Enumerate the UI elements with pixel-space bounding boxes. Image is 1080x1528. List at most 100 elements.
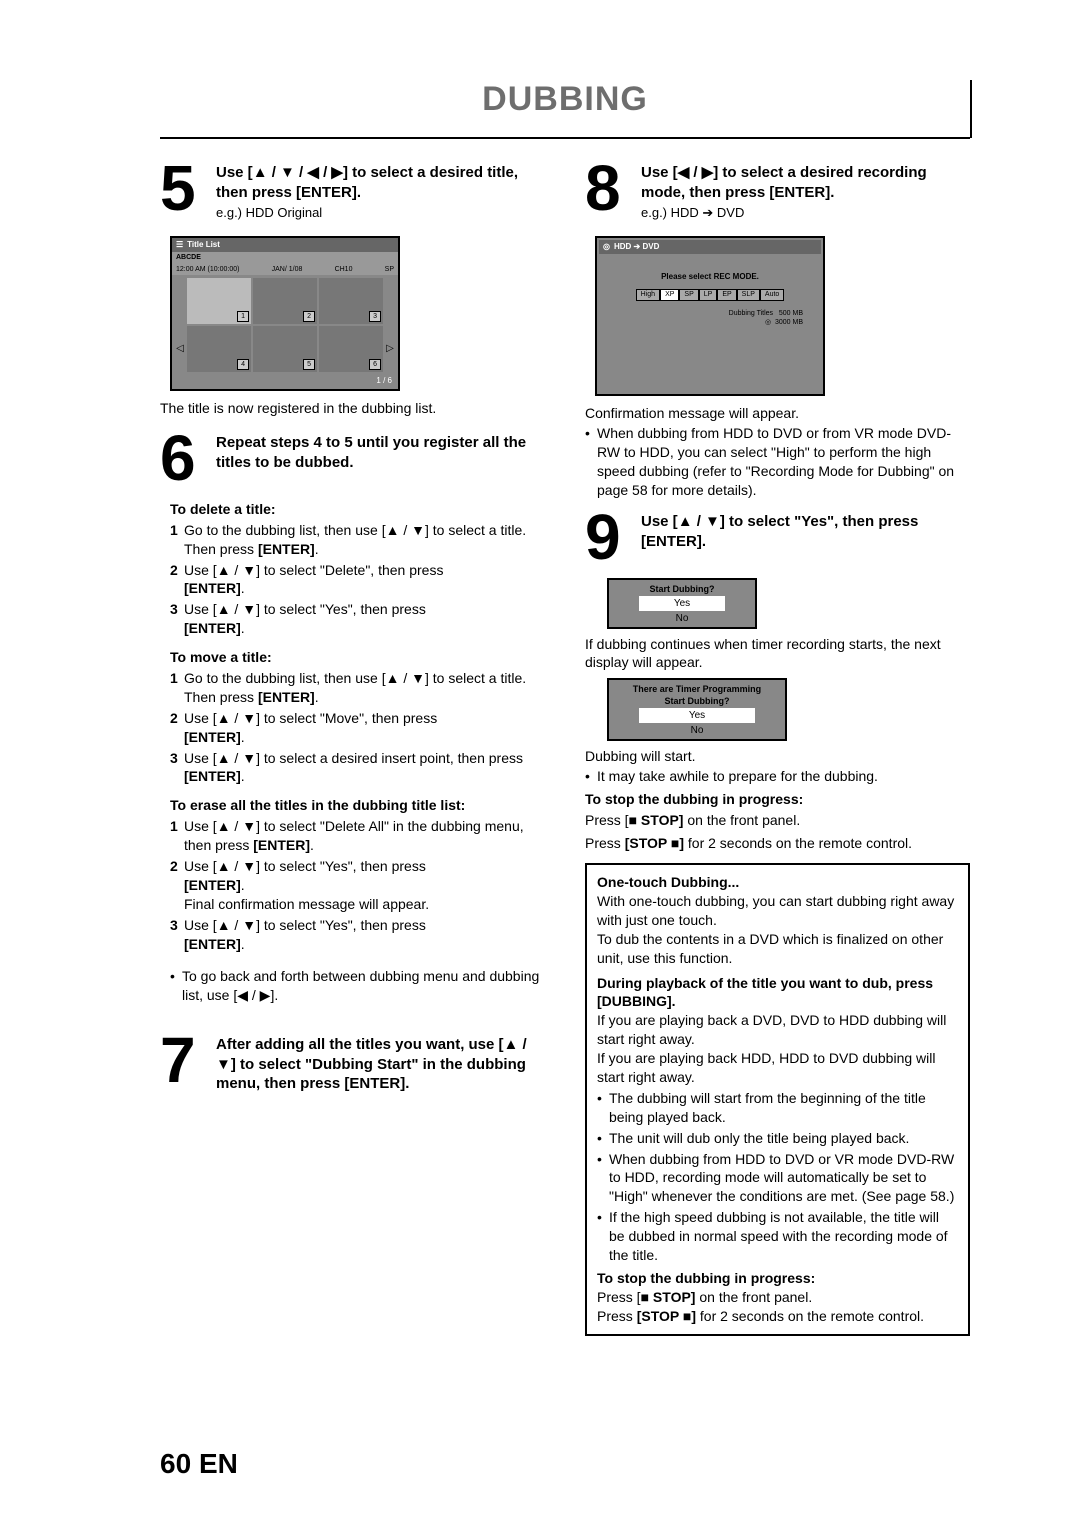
t: [ENTER] [253, 837, 310, 853]
t: SP [385, 265, 394, 274]
list-item: Go to the dubbing list, then use [▲ / ▼]… [170, 521, 545, 559]
step-body: Use [◀ / ▶] to select a desired recordin… [641, 161, 970, 222]
t: ] to select "Delete", then press [256, 562, 443, 578]
t: ] to select "Yes", then press [256, 917, 426, 933]
t: [ENTER] [258, 541, 315, 557]
step-body: Repeat steps 4 to 5 until you register a… [216, 431, 545, 485]
one-touch-title: One-touch Dubbing... [597, 873, 958, 892]
t: [STOP [637, 1308, 683, 1324]
dialog-head: Start Dubbing? [609, 580, 755, 595]
thumb-4: 4 [187, 326, 251, 372]
t: [ENTER] [184, 936, 241, 952]
list-item: When dubbing from HDD to DVD or from VR … [585, 424, 970, 500]
t: Press [ [597, 1289, 641, 1305]
t: Use [ [216, 164, 253, 181]
example-text: e.g.) HDD Original [216, 204, 545, 222]
title-list-meta: 12:00 AM (10:00:00) JAN/ 1/08 CH10 SP [172, 264, 398, 275]
list-icon: ☰ [176, 240, 183, 251]
thumb-1: 1 [187, 278, 251, 324]
rec-mode-header: ◎ HDD ➔ DVD [599, 240, 821, 255]
t: Use [ [184, 818, 217, 834]
t: ] to select "Yes", then press [256, 601, 426, 617]
badge: 4 [237, 359, 249, 370]
mode-lp: LP [699, 289, 718, 300]
step-5: 5 Use [▲ / ▼ / ◀ / ▶] to select a desire… [160, 161, 545, 222]
step-number: 9 [585, 510, 631, 564]
step-head: Use [◀ / ▶] to select a desired recordin… [641, 163, 970, 202]
step-7: 7 After adding all the titles you want, … [160, 1033, 545, 1094]
t: [ENTER] [184, 580, 241, 596]
t: Press [ [585, 812, 629, 828]
example-text: e.g.) HDD ➔ DVD [641, 204, 970, 222]
arrow-icons: ▲ / ▼ [386, 670, 425, 686]
t: [ENTER] [258, 689, 315, 705]
arrow-icons: ▲ / ▼ [678, 513, 720, 530]
stop-icon: ■ [641, 1289, 649, 1305]
t: Go to the dubbing list, then use [ [184, 670, 386, 686]
step-head: Use [▲ / ▼ / ◀ / ▶] to select a desired … [216, 163, 545, 202]
t: Title List [187, 240, 220, 251]
step8-bullets: When dubbing from HDD to DVD or from VR … [585, 424, 970, 500]
list-item: The dubbing will start from the beginnin… [597, 1089, 958, 1127]
t: JAN/ 1/08 [272, 265, 303, 274]
start-dubbing-dialog: Start Dubbing? Yes No [607, 578, 757, 628]
t: [ENTER] [184, 620, 241, 636]
arrow-icons: ▲ / ▼ [217, 601, 256, 617]
list-item: Use [▲ / ▼] to select a desired insert p… [170, 749, 545, 787]
p: If you are playing back a DVD, DVD to HD… [597, 1011, 958, 1049]
list-item: When dubbing from HDD to DVD or VR mode … [597, 1150, 958, 1207]
arrow-left-icon [175, 278, 185, 324]
t: Use [ [184, 858, 217, 874]
step-number: 7 [160, 1033, 206, 1094]
stop-line-2: Press [STOP ■] for 2 seconds on the remo… [597, 1307, 958, 1326]
title-list-screenshot: ☰ Title List ABCDE 12:00 AM (10:00:00) J… [170, 236, 400, 391]
step-8: 8 Use [◀ / ▶] to select a desired record… [585, 161, 970, 222]
t: ] to select "Yes", then press [256, 858, 426, 874]
t: Use [ [641, 164, 678, 181]
arrow-icons: ◀ / ▶ [678, 164, 714, 181]
badge: 2 [303, 311, 315, 322]
mode-xp: XP [660, 289, 679, 300]
p: If you are playing back HDD, HDD to DVD … [597, 1049, 958, 1087]
t: Use [ [184, 750, 217, 766]
list-item: Use [▲ / ▼] to select "Yes", then press … [170, 857, 545, 914]
t: Use [ [184, 710, 217, 726]
step-number: 6 [160, 431, 206, 485]
t: for 2 seconds on the remote control. [696, 1308, 924, 1324]
arrow-icons: ◀ / ▶ [237, 987, 270, 1003]
arrow-icons: ▲ / ▼ [217, 917, 256, 933]
t: ] to select a desired insert point, then… [256, 750, 523, 766]
page-footer: 60 EN [160, 1448, 238, 1480]
t: To go back and forth between dubbing men… [182, 968, 539, 1003]
title-list-grid: 1 2 3 ◁ 4 5 6 ▷ [172, 275, 398, 375]
columns: 5 Use [▲ / ▼ / ◀ / ▶] to select a desire… [0, 161, 1080, 1336]
rec-mode-size: Dubbing Titles 500 MB ◎ 3000 MB [599, 309, 821, 327]
page-number: 60 [160, 1448, 191, 1479]
t: [ENTER] [184, 729, 241, 745]
t: Press [585, 835, 625, 851]
thumb-3: 3 [319, 278, 383, 324]
t: Final confirmation message will appear. [184, 896, 429, 912]
stop-line-2: Press [STOP ■] for 2 seconds on the remo… [585, 834, 970, 853]
delete-list: Go to the dubbing list, then use [ ▲ / ▼]… [170, 521, 545, 638]
t: Use [ [641, 513, 678, 530]
list-item: Use [▲ / ▼] to select "Yes", then press … [170, 916, 545, 954]
erase-list: Use [▲ / ▼] to select "Delete All" in th… [170, 817, 545, 953]
t: on the front panel. [683, 812, 800, 828]
right-column: 8 Use [◀ / ▶] to select a desired record… [585, 161, 970, 1336]
t: STOP] [649, 1289, 695, 1305]
arrow-right-icon: ▷ [385, 326, 395, 372]
rec-mode-body: Please select REC MODE. High XP SP LP EP… [599, 254, 821, 326]
step-head: Use [▲ / ▼] to select "Yes", then press … [641, 512, 970, 551]
step-body: Use [▲ / ▼] to select "Yes", then press … [641, 510, 970, 564]
t: Use [ [184, 601, 217, 617]
move-title-head: To move a title: [170, 648, 545, 667]
t: [ENTER] [184, 877, 241, 893]
p: With one-touch dubbing, you can start du… [597, 892, 958, 930]
t: Go to the dubbing list, then use [ [184, 522, 386, 538]
list-item: Use [▲ / ▼] to select "Delete All" in th… [170, 817, 545, 855]
list-item: To go back and forth between dubbing men… [170, 967, 545, 1005]
dialog-no: No [609, 723, 785, 739]
step6-details: To delete a title: Go to the dubbing lis… [170, 500, 545, 1005]
title-wrap: DUBBING [160, 80, 970, 139]
